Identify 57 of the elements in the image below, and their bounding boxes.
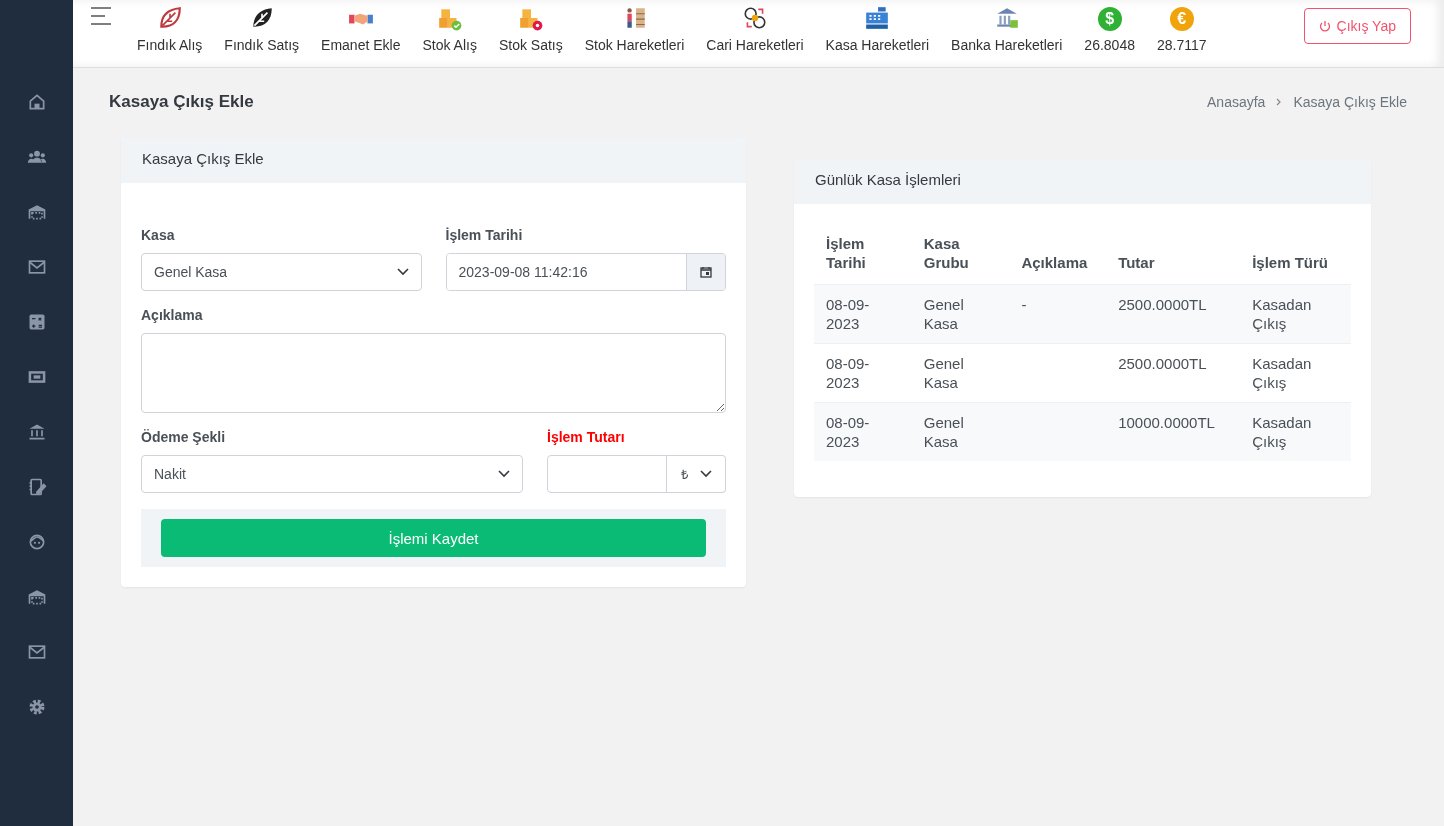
breadcrumb-item: Kasaya Çıkış Ekle	[1293, 94, 1407, 110]
field-label: Ödeme Şekli	[141, 429, 227, 445]
power-icon	[1318, 20, 1331, 32]
table-cell: Genel Kasa	[923, 355, 964, 391]
toolbar-shortcut[interactable]: Cari Hareketleri	[706, 5, 804, 53]
column-header: Tutar	[1106, 224, 1241, 285]
column-header: Kasa Grubu	[911, 224, 1010, 285]
calendar-button[interactable]	[686, 254, 725, 290]
toolbar-shortcut[interactable]: Fındık Alış	[137, 5, 203, 53]
column-header: İşlem Türü	[1240, 224, 1351, 285]
mail-icon[interactable]	[26, 642, 47, 662]
table-cell: Genel Kasa	[923, 296, 964, 332]
field-label: Kasa	[141, 227, 176, 243]
mail-icon[interactable]	[26, 257, 47, 277]
column-header: İşlem Tarihi	[814, 224, 912, 285]
table-cell: 08-09-2023	[826, 355, 870, 391]
currency-select[interactable]: ₺	[667, 455, 726, 493]
money-exchange-icon	[741, 5, 768, 31]
table-cell: 10000.0000TL	[1118, 414, 1215, 431]
card-header: Kasaya Çıkış Ekle	[121, 138, 746, 183]
table-cell: Kasadan Çıkış	[1252, 355, 1312, 391]
table-cell: Kasadan Çıkış	[1252, 296, 1312, 332]
currency-coin-icon: €	[1169, 7, 1194, 31]
table-cell: 2500.0000TL	[1118, 296, 1207, 313]
select-field[interactable]: Genel Kasa	[141, 253, 422, 291]
table-cell: 2500.0000TL	[1118, 355, 1207, 372]
field-label: İşlem Tutarı	[547, 429, 626, 445]
date-field[interactable]: 2023-09-08 11:42:16	[445, 253, 726, 291]
page-title: Kasaya Çıkış Ekle	[109, 92, 254, 112]
cash-register-icon	[864, 5, 891, 31]
field-label: İşlem Tarihi	[445, 227, 524, 243]
breadcrumb-item[interactable]: Anasayfa	[1207, 94, 1266, 110]
table-cell: 08-09-2023	[826, 296, 870, 332]
toolbar-shortcut[interactable]: Stok Satış	[498, 5, 563, 53]
caret-icon	[699, 470, 712, 478]
table-cell: Kasadan Çıkış	[1252, 414, 1312, 450]
table-cell: -	[1021, 296, 1027, 313]
currency-coin-icon: $	[1097, 7, 1122, 31]
select-field[interactable]: Nakit	[141, 455, 523, 493]
toolbar-shortcut[interactable]: Stok Hareketleri	[584, 5, 685, 53]
table-cell: Genel Kasa	[923, 414, 964, 450]
card-header: Günlük Kasa İşlemleri	[794, 159, 1371, 204]
caret-icon	[498, 470, 510, 478]
toolbar-shortcut[interactable]: Fındık Satış	[224, 5, 300, 53]
toolbar-shortcut[interactable]: Kasa Hareketleri	[825, 5, 930, 53]
caret-icon	[396, 268, 409, 276]
menu-icon[interactable]	[91, 7, 111, 25]
exchange-rate: 28.7117	[1156, 37, 1207, 53]
calendar-icon	[700, 266, 712, 278]
table-cell: 08-09-2023	[826, 414, 870, 450]
toolbar-shortcut[interactable]: Emanet Ekle	[321, 5, 401, 53]
toolbar-shortcut[interactable]: Banka Hareketleri	[951, 5, 1063, 53]
toolbar-shortcut[interactable]: Stok Alış	[422, 5, 477, 53]
column-header: Açıklama	[1009, 224, 1107, 285]
exchange-rate: 26.8048	[1084, 37, 1135, 53]
field-label: Açıklama	[141, 307, 204, 323]
amount-field[interactable]	[547, 455, 667, 493]
